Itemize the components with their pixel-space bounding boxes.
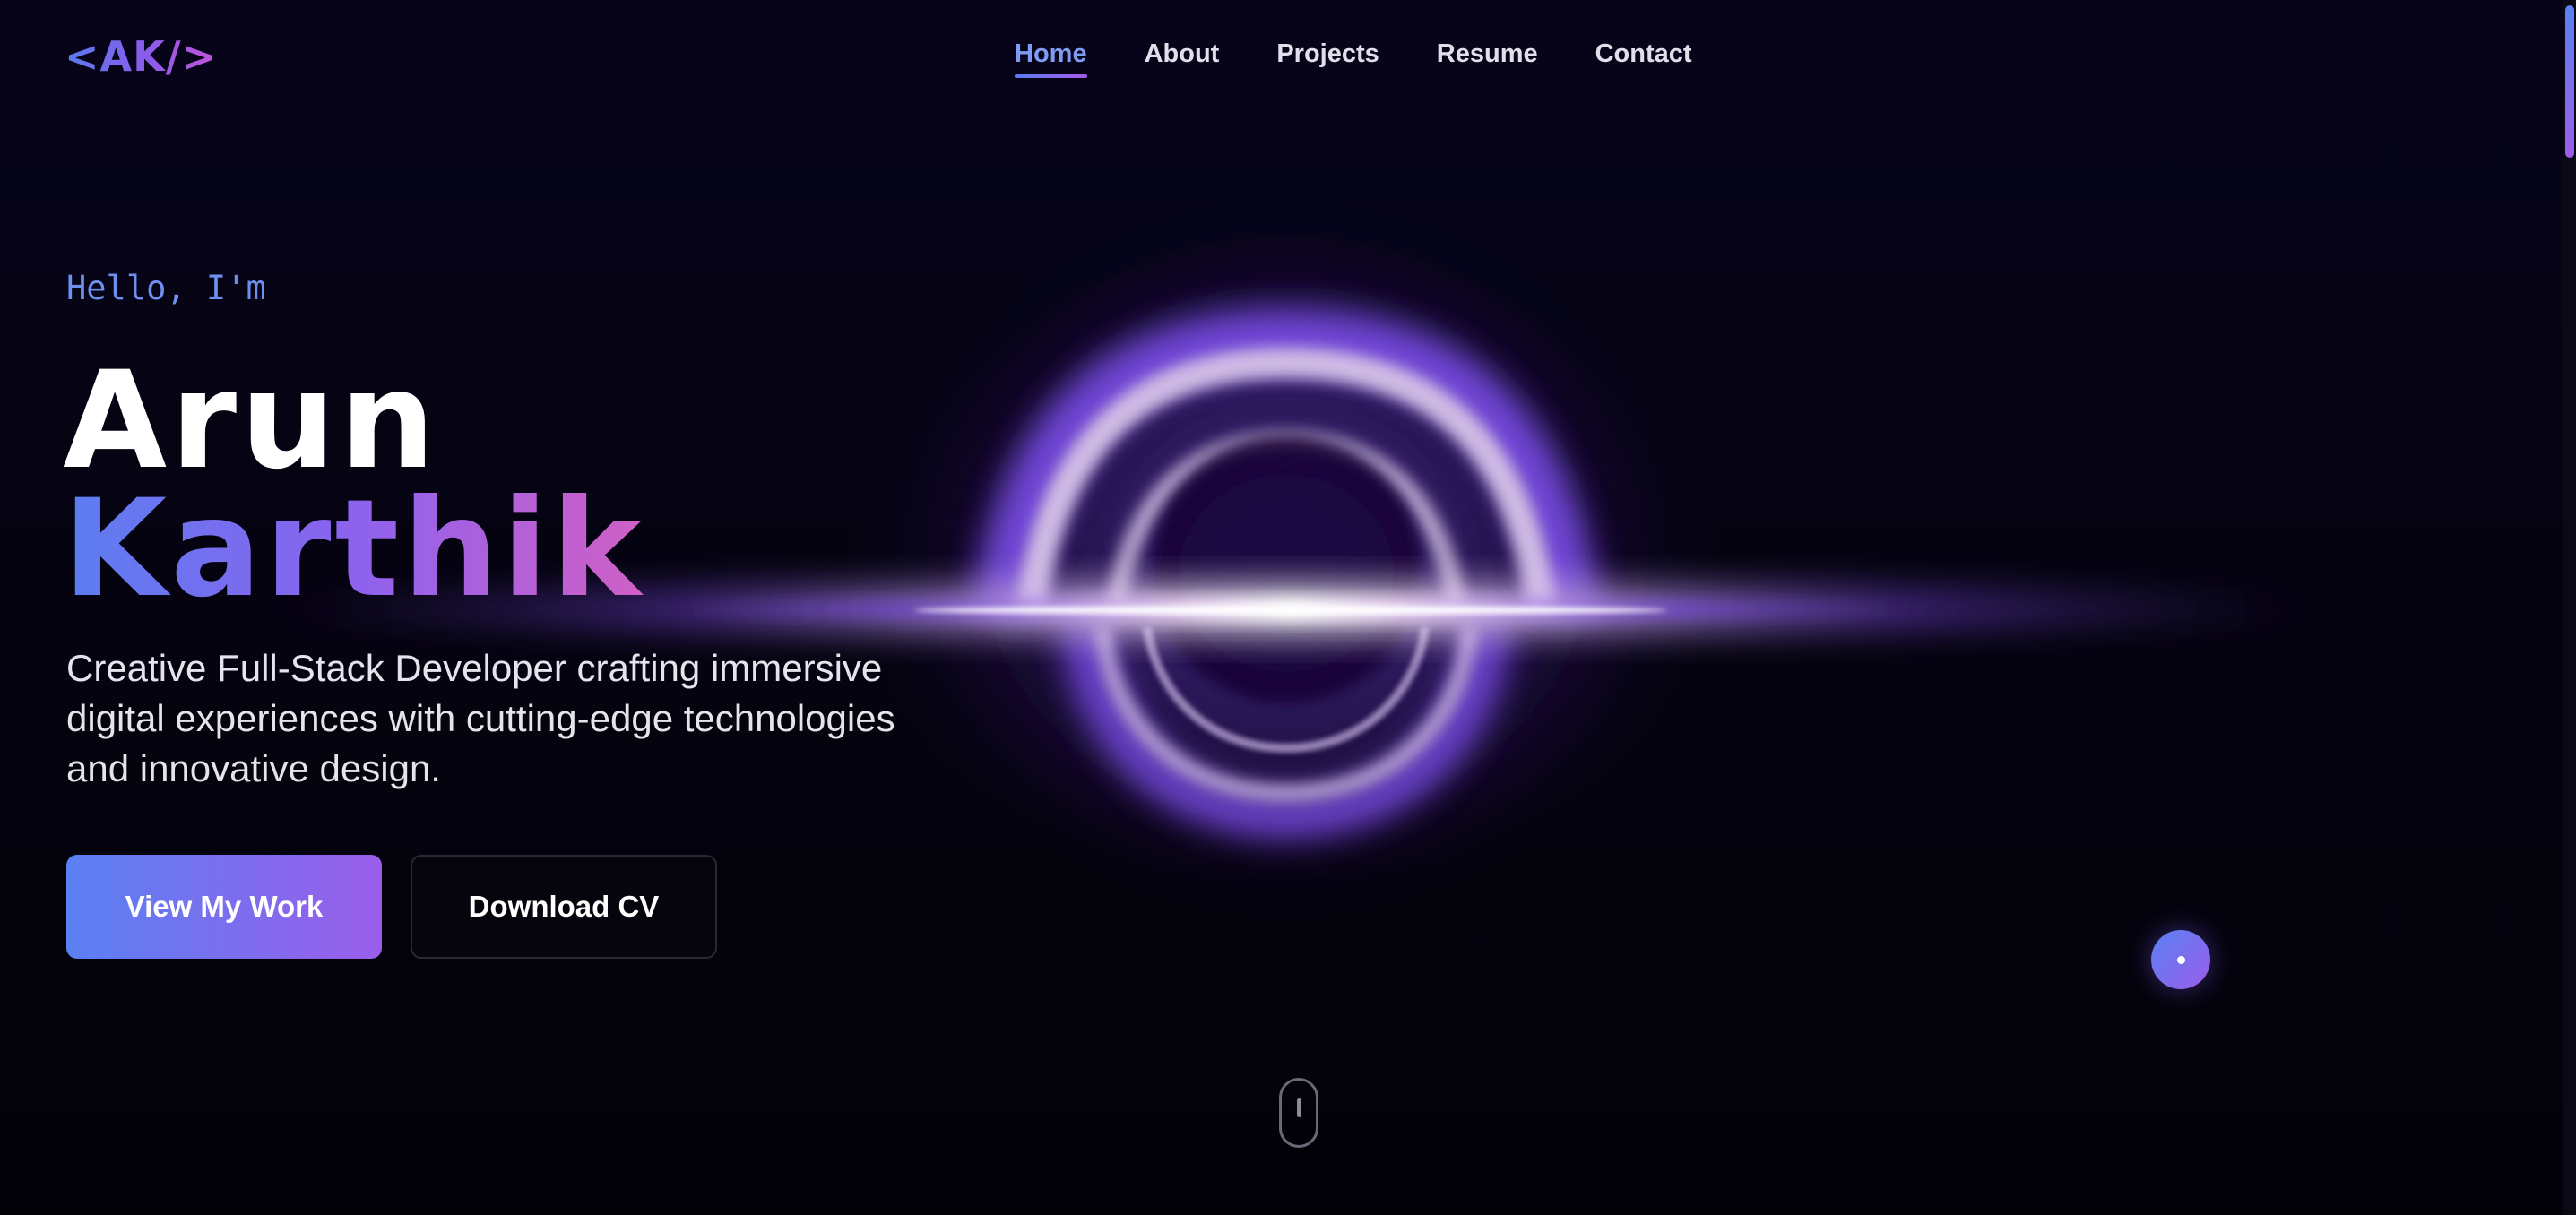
mouse-wheel [1297,1098,1301,1117]
hero-last-name: Karthik [63,471,645,627]
chat-bubble-icon[interactable] [2151,930,2210,989]
main-nav: Home About Projects Resume Contact [1015,39,1692,78]
logo[interactable]: <AK/> [65,32,217,81]
nav-item-about[interactable]: About [1145,39,1220,78]
mouse-scroll-icon[interactable] [1279,1078,1318,1148]
view-my-work-button[interactable]: View My Work [66,855,382,959]
download-cv-button[interactable]: Download CV [411,855,717,959]
nav-item-projects[interactable]: Projects [1276,39,1379,78]
nav-item-home[interactable]: Home [1015,39,1087,78]
scrollbar[interactable] [2563,0,2576,1215]
chat-dot-center [2176,955,2185,964]
hero-greeting: Hello, I'm [66,269,266,307]
scrollbar-thumb[interactable] [2565,5,2574,158]
nav-item-resume[interactable]: Resume [1437,39,1538,78]
hero-first-name: Arun [63,343,439,499]
nav-item-contact[interactable]: Contact [1595,39,1692,78]
hero-tagline: Creative Full-Stack Developer crafting i… [66,647,895,789]
